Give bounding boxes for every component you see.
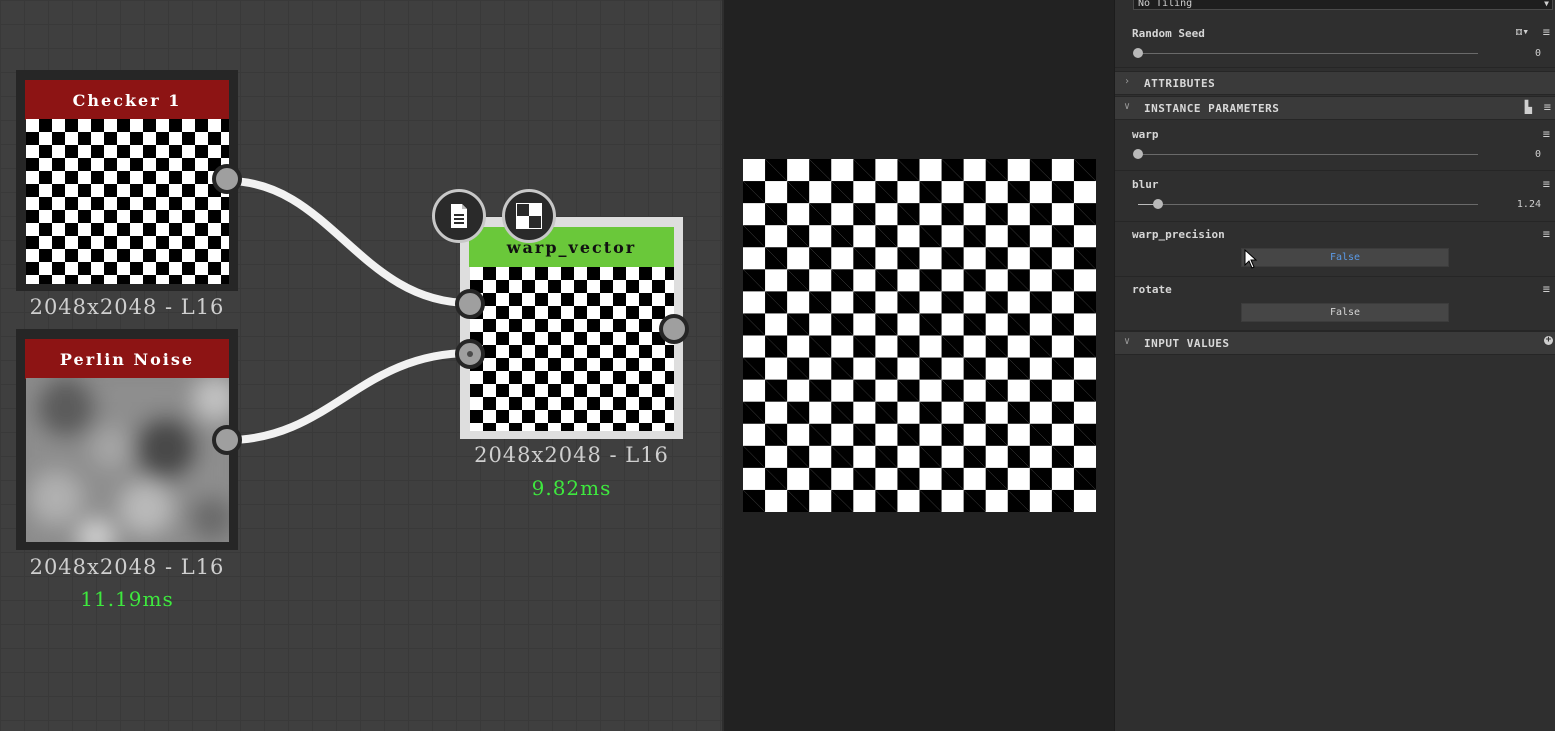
node-thumbnail: [26, 119, 229, 284]
input-port-perlin[interactable]: [455, 339, 485, 369]
param-label: blur: [1132, 178, 1159, 191]
menu-icon[interactable]: ≡: [1543, 127, 1550, 141]
section-title: ATTRIBUTES: [1144, 77, 1216, 90]
checker-preview-icon: [516, 203, 542, 229]
properties-panel: No Tiling ▼ Random Seed ⚅▾ ≡ 0 › ATTRIBU…: [1114, 0, 1555, 731]
slider-track[interactable]: [1138, 53, 1478, 54]
section-title: INSTANCE PARAMETERS: [1144, 102, 1280, 115]
slider-track[interactable]: [1138, 204, 1478, 205]
chevron-down-icon: ∨: [1124, 101, 1131, 112]
node-checker[interactable]: Checker 1: [16, 70, 238, 291]
input-port-checker[interactable]: [455, 289, 485, 319]
dice-icon[interactable]: ⚅▾: [1516, 25, 1529, 38]
viewer-preview-image: [743, 159, 1096, 512]
menu-icon[interactable]: ≡: [1544, 100, 1551, 114]
param-label: warp_precision: [1132, 228, 1225, 241]
slider-thumb[interactable]: [1133, 48, 1143, 58]
chevron-right-icon: ›: [1124, 76, 1131, 87]
toggle-button[interactable]: False: [1241, 303, 1449, 322]
port-dot: [467, 351, 473, 357]
param-value[interactable]: 1.24: [1517, 199, 1541, 210]
chevron-down-icon: ∨: [1124, 336, 1131, 347]
tiling-value: No Tiling: [1138, 0, 1193, 9]
node-resolution: 2048x2048 - L16: [474, 443, 669, 467]
section-input-values[interactable]: ∨ INPUT VALUES +: [1115, 331, 1555, 355]
chevron-down-icon: ▼: [1544, 0, 1549, 8]
section-attributes[interactable]: › ATTRIBUTES: [1115, 71, 1555, 95]
output-port[interactable]: [212, 425, 242, 455]
slider-thumb[interactable]: [1133, 149, 1143, 159]
menu-icon[interactable]: ≡: [1543, 177, 1550, 191]
menu-icon[interactable]: ≡: [1543, 227, 1550, 241]
node-warp-vector[interactable]: warp_vector: [460, 217, 683, 439]
node-perlin-noise[interactable]: Perlin Noise: [16, 329, 238, 550]
node-thumbnail: [470, 267, 674, 431]
node-title: Perlin Noise: [25, 339, 229, 379]
node-thumbnail: [26, 378, 229, 542]
node-timing: 11.19ms: [80, 587, 174, 611]
param-random-seed: Random Seed ⚅▾ ≡ 0: [1115, 22, 1555, 68]
slider-thumb[interactable]: [1153, 199, 1163, 209]
param-value[interactable]: 0: [1535, 48, 1541, 59]
node-info-button[interactable]: [432, 189, 486, 243]
param-label: warp: [1132, 128, 1159, 141]
section-instance-parameters[interactable]: ∨ INSTANCE PARAMETERS ▙ ≡: [1115, 96, 1555, 120]
param-blur: blur ≡ 1.24: [1115, 171, 1555, 222]
slider-track[interactable]: [1138, 154, 1478, 155]
node-resolution: 2048x2048 - L16: [29, 555, 225, 579]
node-title: Checker 1: [25, 80, 229, 120]
presets-icon[interactable]: ▙: [1525, 100, 1532, 114]
node-graph-canvas[interactable]: Checker 1 2048x2048 - L16 Perlin Noise 2…: [0, 0, 722, 731]
wire-perlin-to-warp: [227, 349, 471, 444]
param-warp: warp ≡ 0: [1115, 121, 1555, 171]
tiling-dropdown[interactable]: No Tiling ▼: [1133, 0, 1553, 10]
param-label: Random Seed: [1132, 27, 1205, 40]
menu-icon[interactable]: ≡: [1543, 25, 1550, 39]
add-icon[interactable]: +: [1544, 336, 1553, 345]
node-timing: 9.82ms: [531, 476, 612, 500]
toggle-button[interactable]: False: [1241, 248, 1449, 267]
node-title: warp_vector: [469, 227, 674, 267]
param-label: rotate: [1132, 283, 1172, 296]
2d-viewer[interactable]: [722, 0, 1114, 731]
node-resolution: 2048x2048 - L16: [29, 295, 225, 319]
document-icon: [451, 204, 467, 228]
param-rotate: rotate ≡ False: [1115, 277, 1555, 331]
output-port[interactable]: [212, 164, 242, 194]
param-warp-precision: warp_precision ≡ False: [1115, 222, 1555, 277]
param-value[interactable]: 0: [1535, 149, 1541, 160]
section-title: INPUT VALUES: [1144, 337, 1230, 350]
wire-checker-to-warp: [227, 177, 471, 307]
node-preview-button[interactable]: [502, 189, 556, 243]
menu-icon[interactable]: ≡: [1543, 282, 1550, 296]
output-port[interactable]: [659, 314, 689, 344]
